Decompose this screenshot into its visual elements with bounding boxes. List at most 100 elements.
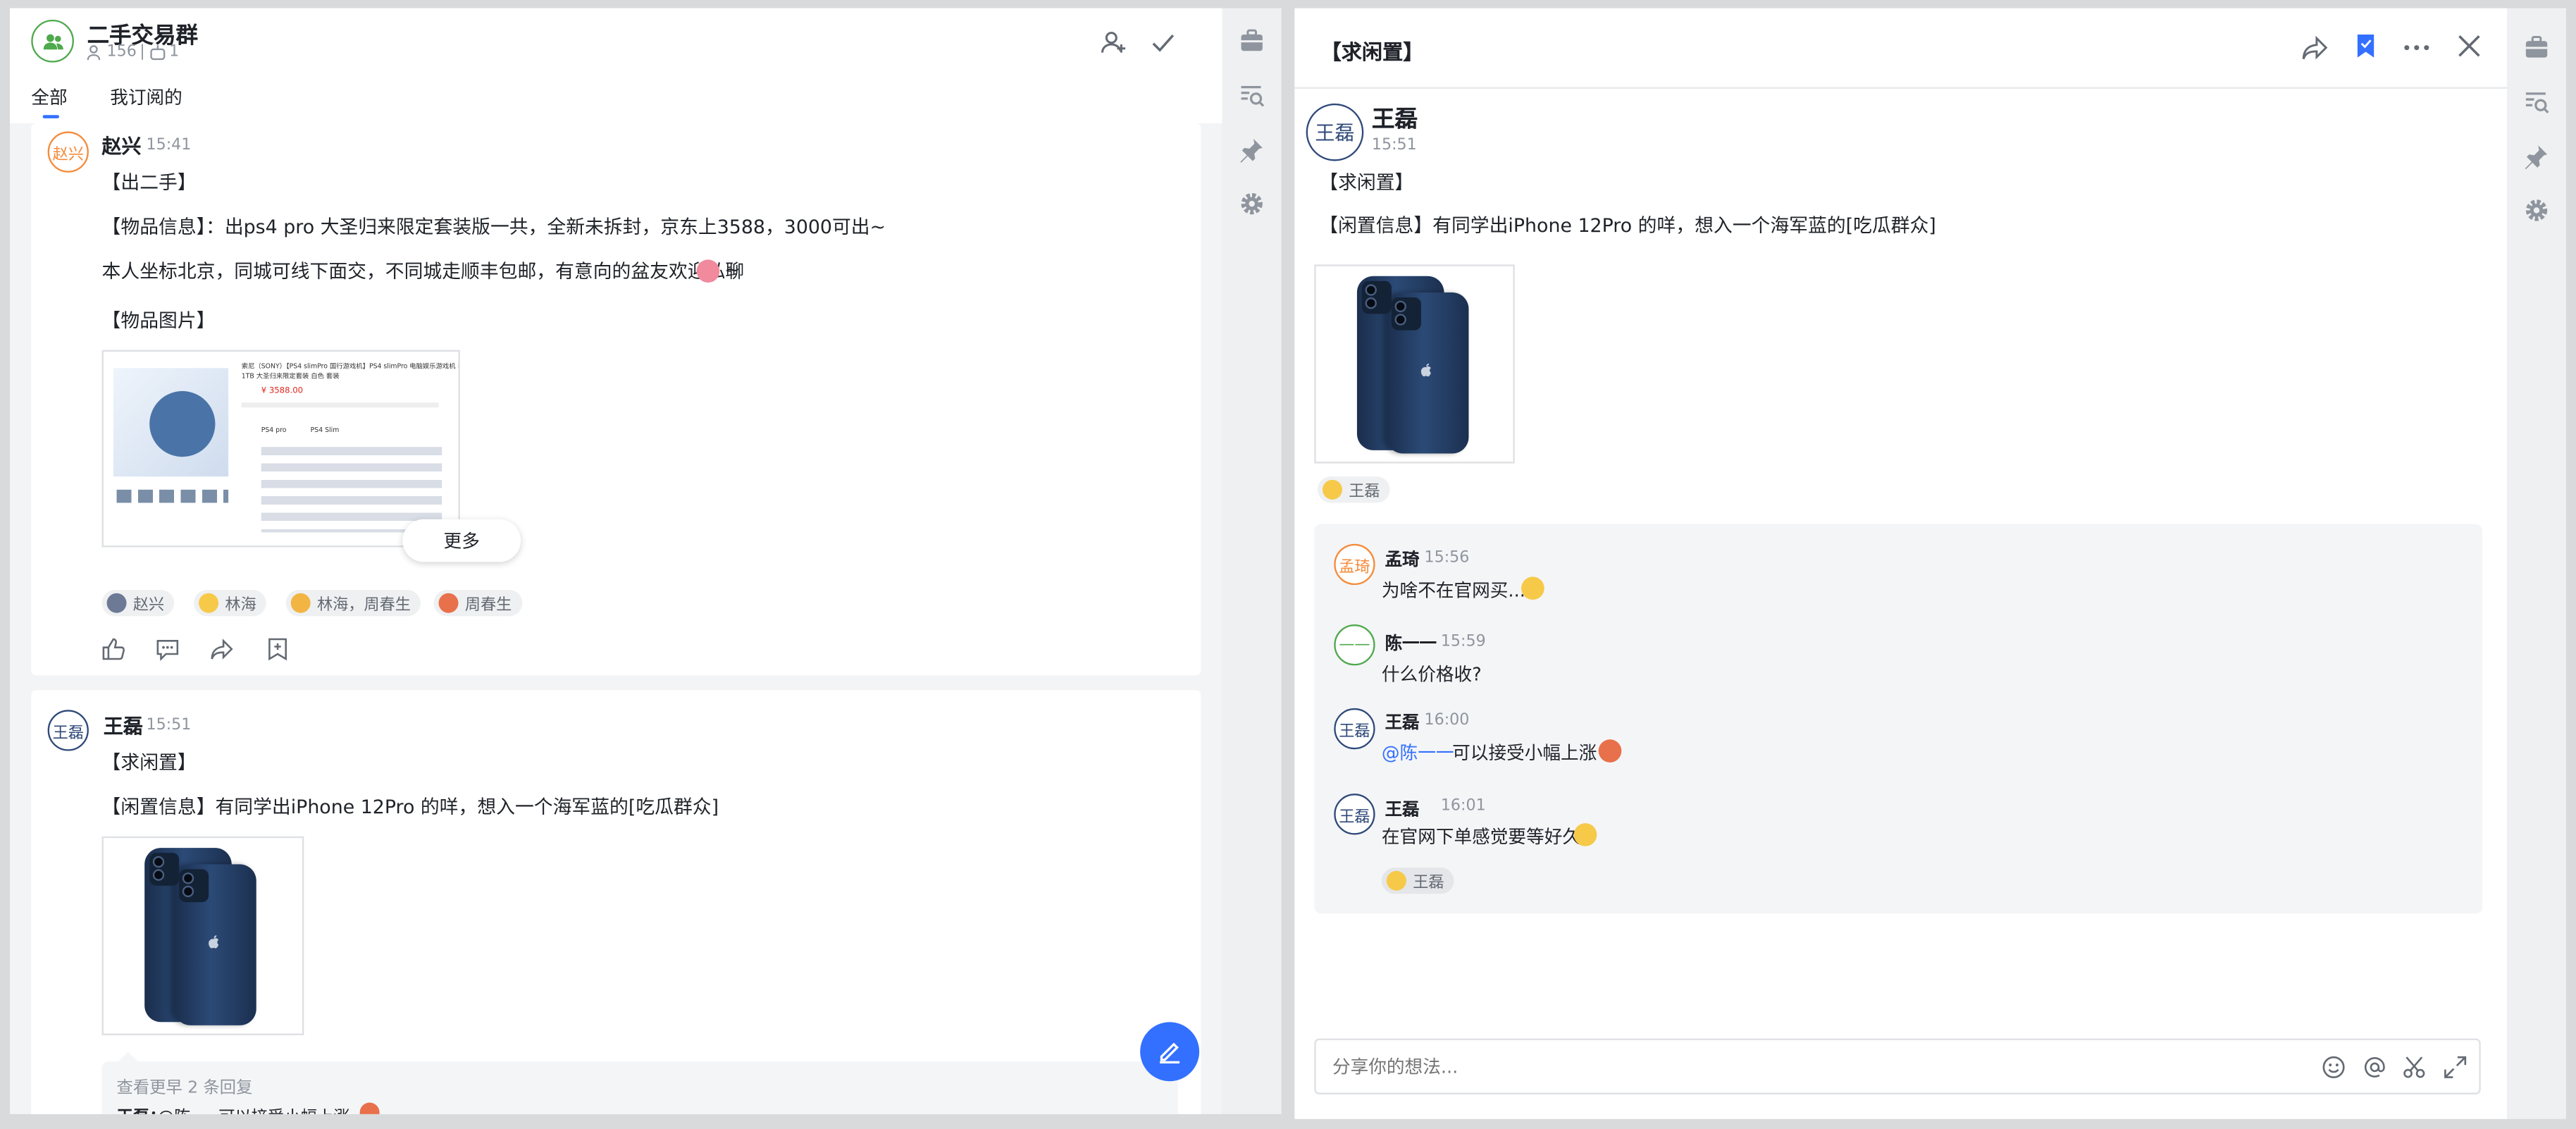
reply-text: 可以接受小幅上涨 bbox=[1452, 742, 1597, 765]
bookmark-active-icon[interactable] bbox=[2356, 33, 2376, 59]
post-line-tail: ~ bbox=[724, 258, 741, 281]
briefcase-icon[interactable] bbox=[2523, 35, 2549, 61]
expand-icon[interactable] bbox=[2443, 1055, 2467, 1080]
post-time: 15:51 bbox=[1371, 136, 1417, 155]
post-card[interactable]: 赵兴 赵兴 15:41 【出二手】 【物品信息】：出ps4 pro 大圣归来限定… bbox=[31, 123, 1201, 676]
reaction-badge[interactable]: 林海，周春生 bbox=[285, 590, 421, 617]
pin-icon[interactable] bbox=[2523, 143, 2549, 170]
reply-time: 16:01 bbox=[1440, 796, 1486, 815]
author-avatar[interactable]: 王磊 bbox=[1306, 103, 1364, 161]
product-box-illustration bbox=[149, 390, 216, 457]
add-member-icon[interactable] bbox=[1101, 30, 1127, 56]
left-sidebar-strip bbox=[1222, 8, 1282, 1114]
share-icon[interactable] bbox=[210, 638, 233, 661]
reaction-badge[interactable]: 王磊 bbox=[1381, 868, 1454, 894]
camera-lens bbox=[1394, 300, 1406, 313]
reaction-badge[interactable]: 赵兴 bbox=[101, 590, 175, 617]
reply-mention[interactable]: @陈一一 bbox=[158, 1103, 223, 1114]
reply-author[interactable]: 王磊 bbox=[1385, 710, 1420, 734]
search-list-icon[interactable] bbox=[1239, 82, 1265, 109]
emoji-icon bbox=[1386, 870, 1406, 891]
reply-avatar[interactable]: 孟琦 bbox=[1334, 543, 1375, 586]
comment-input[interactable] bbox=[1329, 1053, 2250, 1080]
comment-input-box[interactable] bbox=[1314, 1038, 2481, 1094]
emoji-icon bbox=[438, 593, 459, 613]
comment-icon[interactable] bbox=[156, 638, 180, 661]
camera-lens bbox=[152, 869, 165, 881]
reply-author[interactable]: 王磊 bbox=[1385, 797, 1420, 822]
close-icon[interactable] bbox=[2458, 35, 2481, 58]
reply-author[interactable]: 陈一一 bbox=[1385, 631, 1437, 655]
scissors-icon[interactable] bbox=[2402, 1055, 2427, 1080]
reply-avatar[interactable]: 王磊 bbox=[1334, 708, 1375, 750]
reply-mention[interactable]: @陈一一 bbox=[1382, 739, 1454, 765]
like-icon[interactable] bbox=[102, 638, 125, 661]
screenshot-text: PS4 pro bbox=[261, 425, 287, 434]
thumbnail-strip bbox=[116, 489, 229, 503]
camera-lens bbox=[182, 885, 194, 898]
post-time: 15:41 bbox=[146, 136, 192, 155]
author-name[interactable]: 王磊 bbox=[1372, 102, 1418, 135]
reply-avatar[interactable]: —— bbox=[1334, 624, 1375, 666]
product-image[interactable]: 索尼（SONY）【PS4 slimPro 国行游戏机】PS4 slimPro 电… bbox=[101, 350, 460, 548]
iphone-image[interactable] bbox=[1314, 264, 1515, 464]
author-name[interactable]: 赵兴 bbox=[102, 132, 142, 160]
bookmark-add-icon[interactable] bbox=[266, 638, 290, 661]
reaction-badge[interactable]: 周春生 bbox=[433, 590, 522, 617]
author-avatar[interactable]: 王磊 bbox=[47, 710, 89, 751]
emoji-picker-icon[interactable] bbox=[2322, 1055, 2346, 1080]
thread-title: 【求闲置】 bbox=[1320, 39, 1424, 64]
reply-pointer bbox=[118, 1051, 138, 1062]
more-options-icon[interactable] bbox=[2403, 44, 2429, 51]
emoji-icon bbox=[290, 593, 311, 613]
post-line: 【求闲置】 bbox=[1319, 171, 1414, 195]
screenshot-text: PS4 Slim bbox=[310, 425, 340, 434]
screenshot-rows bbox=[261, 447, 442, 533]
screenshot-line bbox=[241, 402, 439, 408]
group-avatar[interactable] bbox=[31, 19, 74, 63]
gear-icon[interactable] bbox=[2523, 197, 2549, 223]
camera-lens bbox=[1365, 284, 1377, 296]
author-name[interactable]: 王磊 bbox=[104, 712, 143, 740]
compose-button[interactable] bbox=[1140, 1022, 1200, 1082]
reply-preview[interactable]: 查看更早 2 条回复 王磊： @陈一一 可以接受小幅上涨 bbox=[101, 1051, 1178, 1114]
group-header: 二手交易群 156 | 1 全部 我订阅的 bbox=[9, 8, 1222, 123]
reply-avatar[interactable]: 王磊 bbox=[1334, 794, 1375, 835]
emoji-icon bbox=[106, 593, 127, 613]
mention-icon[interactable] bbox=[2363, 1055, 2387, 1080]
emoji-icon bbox=[359, 1102, 380, 1114]
view-earlier-replies[interactable]: 查看更早 2 条回复 bbox=[117, 1073, 253, 1098]
more-button[interactable]: 更多 bbox=[402, 519, 521, 562]
tab-subscribed[interactable]: 我订阅的 bbox=[110, 84, 182, 110]
header-divider: | bbox=[140, 42, 145, 61]
member-icon bbox=[87, 45, 101, 61]
screenshot-price: ¥ 3588.00 bbox=[261, 385, 304, 396]
gear-icon[interactable] bbox=[1239, 190, 1265, 216]
post-line: 【出二手】 bbox=[101, 171, 197, 195]
reaction-badge[interactable]: 林海 bbox=[194, 590, 266, 617]
emoji-icon bbox=[1322, 479, 1342, 500]
tab-all[interactable]: 全部 bbox=[31, 84, 67, 110]
post-line: 【闲置信息】有同学出iPhone 12Pro 的咩，想入一个海军蓝的[吃瓜群众] bbox=[101, 795, 719, 819]
author-avatar[interactable]: 赵兴 bbox=[47, 131, 89, 173]
post-line: 【物品图片】 bbox=[101, 309, 216, 332]
briefcase-icon[interactable] bbox=[1239, 28, 1265, 54]
reaction-badge[interactable]: 王磊 bbox=[1317, 476, 1390, 503]
reply-text: 为啥不在官网买... bbox=[1381, 580, 1525, 602]
apple-logo-icon bbox=[209, 935, 219, 949]
search-list-icon[interactable] bbox=[2523, 89, 2549, 115]
reply-text: 在官网下单感觉要等好久 bbox=[1381, 826, 1581, 849]
post-card[interactable]: 王磊 王磊 15:51 【求闲置】 【闲置信息】有同学出iPhone 12Pro… bbox=[31, 690, 1201, 1114]
check-icon[interactable] bbox=[1150, 30, 1176, 56]
post-line: 本人坐标北京，同城可线下面交，不同城走顺丰包邮，有意向的盆友欢迎私聊 bbox=[101, 259, 745, 283]
share-icon[interactable] bbox=[2302, 35, 2328, 61]
camera-lens bbox=[1394, 314, 1406, 326]
pin-icon[interactable] bbox=[1239, 137, 1265, 163]
reply-author[interactable]: 孟琦 bbox=[1385, 547, 1420, 572]
post-line: 【求闲置】 bbox=[101, 751, 197, 775]
camera-lens bbox=[152, 856, 165, 868]
reply-text: 什么价格收? bbox=[1381, 663, 1482, 686]
camera-lens bbox=[1365, 297, 1377, 309]
reply-time: 16:00 bbox=[1424, 711, 1470, 730]
iphone-image[interactable] bbox=[101, 836, 304, 1035]
